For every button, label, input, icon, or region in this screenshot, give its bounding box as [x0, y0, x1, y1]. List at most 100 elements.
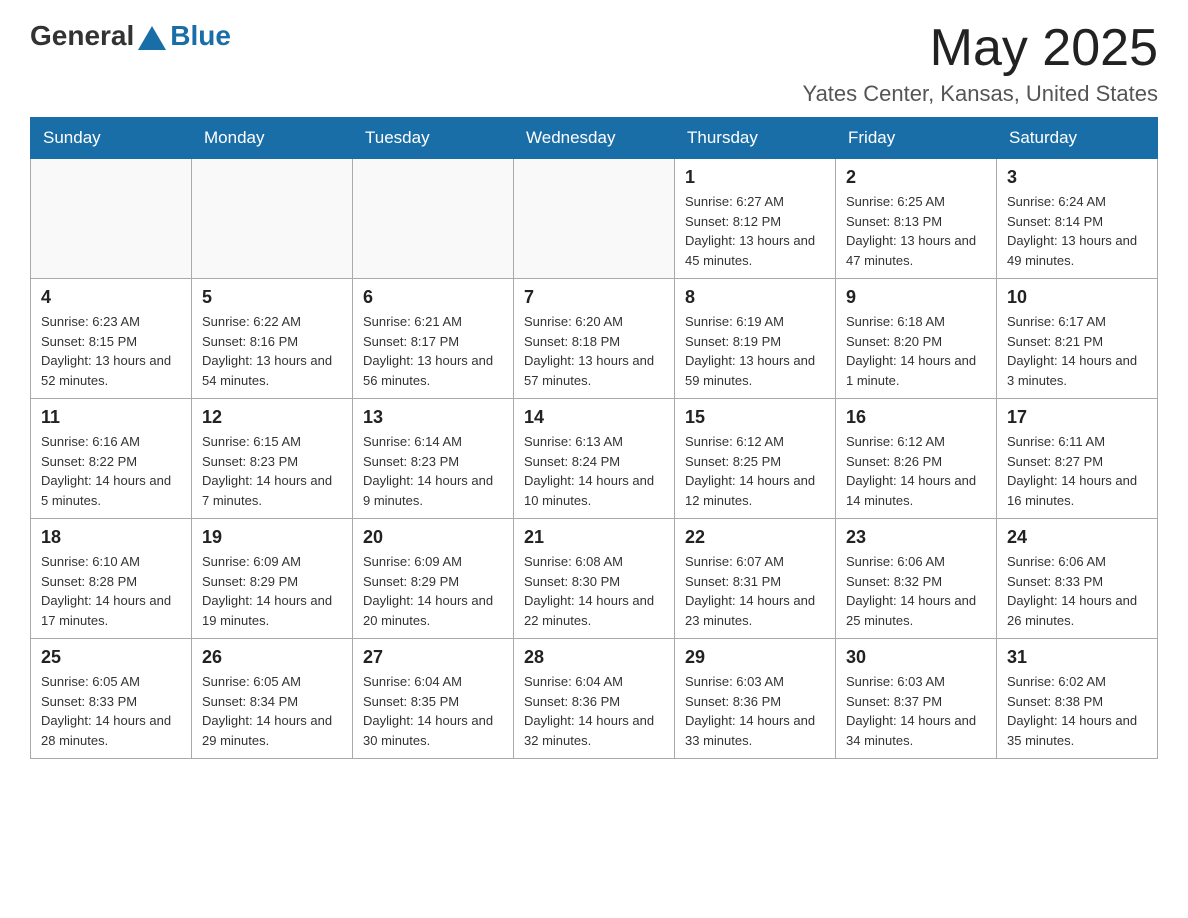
calendar-day-17: 17Sunrise: 6:11 AMSunset: 8:27 PMDayligh…: [997, 399, 1158, 519]
calendar-day-26: 26 Sunrise: 6:05 AMSunset: 8:34 PMDayligh…: [192, 639, 353, 759]
calendar-day-5: 5Sunrise: 6:22 AMSunset: 8:16 PMDaylight…: [192, 279, 353, 399]
calendar-day-8: 8 Sunrise: 6:19 AMSunset: 8:19 PMDaylight…: [675, 279, 836, 399]
calendar-day-29: 29Sunrise: 6:03 AMSunset: 8:36 PMDayligh…: [675, 639, 836, 759]
header-monday: Monday: [192, 118, 353, 159]
day-number: 19: [202, 527, 342, 548]
calendar-day-14: 14 Sunrise: 6:13 AMSunset: 8:24 PMDayligh…: [514, 399, 675, 519]
day-info: Sunrise: 6:11 AMSunset: 8:27 PMDaylight:…: [1007, 432, 1147, 510]
day-info: Sunrise: 6:12 AMSunset: 8:26 PMDaylight:…: [846, 432, 986, 510]
day-info: Sunrise: 6:27 AMSunset: 8:12 PMDaylight:…: [685, 192, 825, 270]
calendar-day-19: 19Sunrise: 6:09 AMSunset: 8:29 PMDayligh…: [192, 519, 353, 639]
day-number: 8: [685, 287, 825, 308]
day-number: 12: [202, 407, 342, 428]
day-info: Sunrise: 6:23 AMSunset: 8:15 PMDaylight:…: [41, 312, 181, 390]
calendar-week-4: 18Sunrise: 6:10 AMSunset: 8:28 PMDayligh…: [31, 519, 1158, 639]
day-info: Sunrise: 6:02 AMSunset: 8:38 PMDaylight:…: [1007, 672, 1147, 750]
day-info: Sunrise: 6:05 AMSunset: 8:33 PMDaylight:…: [41, 672, 181, 750]
day-number: 9: [846, 287, 986, 308]
day-info: Sunrise: 6:04 AMSunset: 8:36 PMDaylight:…: [524, 672, 664, 750]
day-number: 21: [524, 527, 664, 548]
empty-cell: [31, 159, 192, 279]
calendar-day-31: 31 Sunrise: 6:02 AMSunset: 8:38 PMDayligh…: [997, 639, 1158, 759]
header-saturday: Saturday: [997, 118, 1158, 159]
day-info: Sunrise: 6:25 AMSunset: 8:13 PMDaylight:…: [846, 192, 986, 270]
calendar-day-12: 12 Sunrise: 6:15 AMSunset: 8:23 PMDayligh…: [192, 399, 353, 519]
day-number: 20: [363, 527, 503, 548]
location-title: Yates Center, Kansas, United States: [803, 81, 1158, 107]
header-thursday: Thursday: [675, 118, 836, 159]
calendar-day-16: 16 Sunrise: 6:12 AMSunset: 8:26 PMDayligh…: [836, 399, 997, 519]
day-number: 30: [846, 647, 986, 668]
calendar-day-22: 22 Sunrise: 6:07 AMSunset: 8:31 PMDayligh…: [675, 519, 836, 639]
day-info: Sunrise: 6:24 AMSunset: 8:14 PMDaylight:…: [1007, 192, 1147, 270]
calendar-header-row: SundayMondayTuesdayWednesdayThursdayFrid…: [31, 118, 1158, 159]
day-number: 11: [41, 407, 181, 428]
day-number: 13: [363, 407, 503, 428]
logo-triangle-icon: [138, 26, 166, 50]
day-number: 22: [685, 527, 825, 548]
day-info: Sunrise: 6:05 AMSunset: 8:34 PMDaylight:…: [202, 672, 342, 750]
day-info: Sunrise: 6:13 AMSunset: 8:24 PMDaylight:…: [524, 432, 664, 510]
calendar-day-28: 28 Sunrise: 6:04 AMSunset: 8:36 PMDayligh…: [514, 639, 675, 759]
day-number: 25: [41, 647, 181, 668]
day-info: Sunrise: 6:03 AMSunset: 8:37 PMDaylight:…: [846, 672, 986, 750]
calendar-day-2: 2 Sunrise: 6:25 AMSunset: 8:13 PMDaylight…: [836, 159, 997, 279]
calendar-day-10: 10Sunrise: 6:17 AMSunset: 8:21 PMDayligh…: [997, 279, 1158, 399]
calendar-day-9: 9 Sunrise: 6:18 AMSunset: 8:20 PMDaylight…: [836, 279, 997, 399]
empty-cell: [353, 159, 514, 279]
calendar-day-1: 1 Sunrise: 6:27 AMSunset: 8:12 PMDaylight…: [675, 159, 836, 279]
day-info: Sunrise: 6:10 AMSunset: 8:28 PMDaylight:…: [41, 552, 181, 630]
day-number: 28: [524, 647, 664, 668]
day-info: Sunrise: 6:21 AMSunset: 8:17 PMDaylight:…: [363, 312, 503, 390]
calendar-week-5: 25 Sunrise: 6:05 AMSunset: 8:33 PMDayligh…: [31, 639, 1158, 759]
header-sunday: Sunday: [31, 118, 192, 159]
day-info: Sunrise: 6:12 AMSunset: 8:25 PMDaylight:…: [685, 432, 825, 510]
calendar-day-25: 25 Sunrise: 6:05 AMSunset: 8:33 PMDayligh…: [31, 639, 192, 759]
day-number: 1: [685, 167, 825, 188]
title-block: May 2025 Yates Center, Kansas, United St…: [803, 20, 1158, 107]
day-info: Sunrise: 6:08 AMSunset: 8:30 PMDaylight:…: [524, 552, 664, 630]
day-number: 16: [846, 407, 986, 428]
logo: General Blue: [30, 20, 231, 52]
day-info: Sunrise: 6:04 AMSunset: 8:35 PMDaylight:…: [363, 672, 503, 750]
page-header: General Blue May 2025 Yates Center, Kans…: [30, 20, 1158, 107]
empty-cell: [192, 159, 353, 279]
empty-cell: [514, 159, 675, 279]
day-info: Sunrise: 6:16 AMSunset: 8:22 PMDaylight:…: [41, 432, 181, 510]
calendar-day-13: 13 Sunrise: 6:14 AMSunset: 8:23 PMDayligh…: [353, 399, 514, 519]
calendar-day-21: 21 Sunrise: 6:08 AMSunset: 8:30 PMDayligh…: [514, 519, 675, 639]
day-info: Sunrise: 6:14 AMSunset: 8:23 PMDaylight:…: [363, 432, 503, 510]
logo-blue-text: Blue: [170, 20, 231, 52]
logo-general-text: General: [30, 20, 134, 52]
calendar-day-18: 18Sunrise: 6:10 AMSunset: 8:28 PMDayligh…: [31, 519, 192, 639]
day-number: 27: [363, 647, 503, 668]
day-info: Sunrise: 6:06 AMSunset: 8:33 PMDaylight:…: [1007, 552, 1147, 630]
calendar-day-30: 30 Sunrise: 6:03 AMSunset: 8:37 PMDayligh…: [836, 639, 997, 759]
day-info: Sunrise: 6:07 AMSunset: 8:31 PMDaylight:…: [685, 552, 825, 630]
calendar-day-4: 4 Sunrise: 6:23 AMSunset: 8:15 PMDaylight…: [31, 279, 192, 399]
day-number: 31: [1007, 647, 1147, 668]
calendar-day-3: 3Sunrise: 6:24 AMSunset: 8:14 PMDaylight…: [997, 159, 1158, 279]
day-number: 5: [202, 287, 342, 308]
calendar-week-1: 1 Sunrise: 6:27 AMSunset: 8:12 PMDaylight…: [31, 159, 1158, 279]
day-number: 4: [41, 287, 181, 308]
day-info: Sunrise: 6:06 AMSunset: 8:32 PMDaylight:…: [846, 552, 986, 630]
calendar-day-27: 27 Sunrise: 6:04 AMSunset: 8:35 PMDayligh…: [353, 639, 514, 759]
calendar-day-23: 23 Sunrise: 6:06 AMSunset: 8:32 PMDayligh…: [836, 519, 997, 639]
calendar-day-24: 24Sunrise: 6:06 AMSunset: 8:33 PMDayligh…: [997, 519, 1158, 639]
day-info: Sunrise: 6:15 AMSunset: 8:23 PMDaylight:…: [202, 432, 342, 510]
calendar-day-7: 7Sunrise: 6:20 AMSunset: 8:18 PMDaylight…: [514, 279, 675, 399]
month-title: May 2025: [803, 20, 1158, 77]
day-info: Sunrise: 6:19 AMSunset: 8:19 PMDaylight:…: [685, 312, 825, 390]
day-number: 2: [846, 167, 986, 188]
day-info: Sunrise: 6:18 AMSunset: 8:20 PMDaylight:…: [846, 312, 986, 390]
day-info: Sunrise: 6:20 AMSunset: 8:18 PMDaylight:…: [524, 312, 664, 390]
day-number: 26: [202, 647, 342, 668]
calendar-week-3: 11 Sunrise: 6:16 AMSunset: 8:22 PMDayligh…: [31, 399, 1158, 519]
day-number: 14: [524, 407, 664, 428]
calendar-day-6: 6Sunrise: 6:21 AMSunset: 8:17 PMDaylight…: [353, 279, 514, 399]
calendar-week-2: 4 Sunrise: 6:23 AMSunset: 8:15 PMDaylight…: [31, 279, 1158, 399]
header-friday: Friday: [836, 118, 997, 159]
day-info: Sunrise: 6:17 AMSunset: 8:21 PMDaylight:…: [1007, 312, 1147, 390]
day-number: 23: [846, 527, 986, 548]
